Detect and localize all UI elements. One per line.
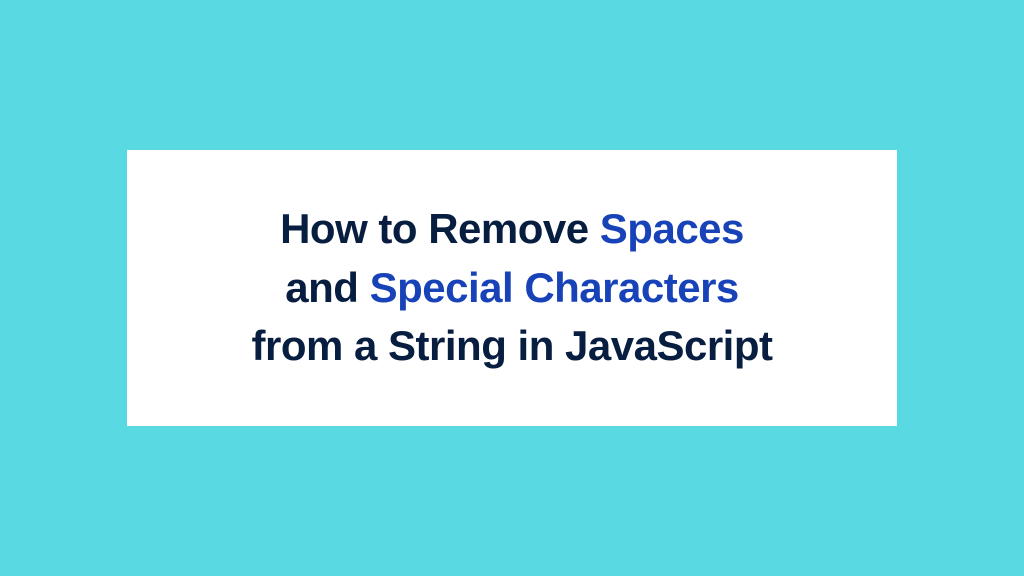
- title-text-3: from a String in JavaScript: [252, 322, 773, 369]
- title-highlight-special: Special Characters: [370, 264, 739, 311]
- title-card: How to Remove Spaces and Special Charact…: [127, 150, 897, 426]
- title-text-1: How to Remove: [280, 205, 600, 252]
- title-text-2: and: [285, 264, 369, 311]
- page-title: How to Remove Spaces and Special Charact…: [167, 200, 857, 376]
- title-highlight-spaces: Spaces: [600, 205, 744, 252]
